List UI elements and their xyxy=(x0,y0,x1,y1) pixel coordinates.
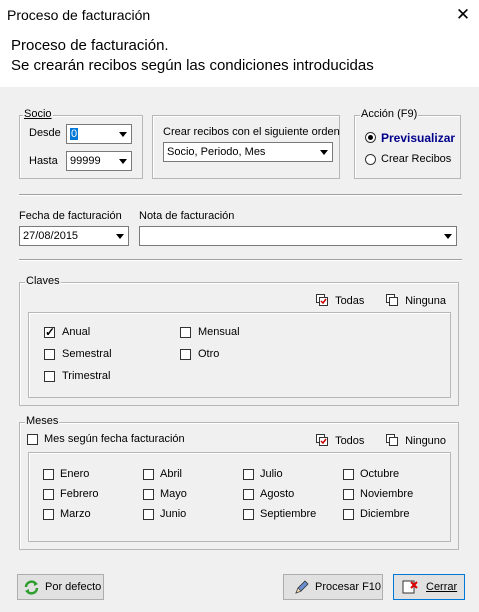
mes-abril-label[interactable]: Abril xyxy=(160,468,182,480)
desde-label: Desde xyxy=(29,127,61,139)
orden-label: Crear recibos con el siguiente orden xyxy=(163,126,340,138)
mes-mayo-checkbox[interactable] xyxy=(143,489,154,500)
chevron-down-icon[interactable] xyxy=(115,153,130,169)
clave-anual-label[interactable]: Anual xyxy=(62,326,90,338)
accion-legend: Acción (F9) xyxy=(360,108,419,120)
clave-otro-label[interactable]: Otro xyxy=(198,348,219,360)
mes-julio-label[interactable]: Julio xyxy=(260,468,283,480)
mes-agosto-label[interactable]: Agosto xyxy=(260,488,294,500)
header-line-1: Proceso de facturación. xyxy=(11,37,169,54)
orden-combo[interactable]: Socio, Periodo, Mes xyxy=(163,142,333,162)
exit-icon xyxy=(402,580,418,594)
claves-todas-label: Todas xyxy=(335,295,365,307)
por-defecto-button[interactable]: Por defecto xyxy=(17,574,104,600)
mes-septiembre-label[interactable]: Septiembre xyxy=(260,508,316,520)
mes-segun-fecha-label[interactable]: Mes según fecha facturación xyxy=(44,433,185,445)
mes-junio-label[interactable]: Junio xyxy=(160,508,186,520)
clave-trimestral-checkbox[interactable] xyxy=(44,371,55,382)
mes-marzo-label[interactable]: Marzo xyxy=(60,508,91,520)
mes-octubre-label[interactable]: Octubre xyxy=(360,468,399,480)
mes-mayo-label[interactable]: Mayo xyxy=(160,488,187,500)
mes-febrero-checkbox[interactable] xyxy=(43,489,54,500)
meses-ninguno-label: Ninguno xyxy=(405,435,447,447)
header-line-2: Se crearán recibos según las condiciones… xyxy=(11,57,374,74)
hasta-label: Hasta xyxy=(29,155,58,167)
chevron-down-icon[interactable] xyxy=(115,126,130,142)
fecha-label: Fecha de facturación xyxy=(19,210,122,222)
mes-agosto-checkbox[interactable] xyxy=(243,489,254,500)
clave-mensual-label[interactable]: Mensual xyxy=(198,326,240,338)
mes-diciembre-label[interactable]: Diciembre xyxy=(360,508,410,520)
cerrar-button[interactable]: Cerrar xyxy=(393,574,465,600)
previsualizar-radio[interactable] xyxy=(365,132,376,143)
meses-todos-label: Todos xyxy=(335,435,365,447)
mes-octubre-checkbox[interactable] xyxy=(343,469,354,480)
fecha-combo[interactable]: 27/08/2015 xyxy=(19,226,129,246)
chevron-down-icon[interactable] xyxy=(440,228,455,244)
mes-segun-fecha-checkbox[interactable] xyxy=(27,434,38,445)
procesar-button[interactable]: Procesar F10 xyxy=(283,574,383,600)
mes-enero-label[interactable]: Enero xyxy=(60,468,89,480)
clave-semestral-checkbox[interactable] xyxy=(44,349,55,360)
select-all-icon xyxy=(316,294,328,306)
por-defecto-label: Por defecto xyxy=(45,581,102,593)
mes-noviembre-label[interactable]: Noviembre xyxy=(360,488,413,500)
select-none-icon xyxy=(386,294,398,306)
desde-value: 0 xyxy=(70,128,79,140)
separator xyxy=(19,259,462,261)
clave-trimestral-label[interactable]: Trimestral xyxy=(62,370,110,382)
claves-legend: Claves xyxy=(25,275,61,287)
mes-septiembre-checkbox[interactable] xyxy=(243,509,254,520)
clave-otro-checkbox[interactable] xyxy=(180,349,191,360)
select-all-icon xyxy=(316,434,328,446)
clave-anual-checkbox[interactable] xyxy=(44,325,55,339)
meses-todos-button[interactable]: Todos xyxy=(316,434,364,447)
chevron-down-icon[interactable] xyxy=(112,228,127,244)
claves-todas-button[interactable]: Todas xyxy=(316,294,364,307)
clave-semestral-label[interactable]: Semestral xyxy=(62,348,112,360)
mes-julio-checkbox[interactable] xyxy=(243,469,254,480)
cerrar-label: Cerrar xyxy=(426,581,458,593)
meses-ninguno-button[interactable]: Ninguno xyxy=(386,434,446,447)
hasta-combo[interactable]: 99999 xyxy=(66,151,132,171)
clave-mensual-checkbox[interactable] xyxy=(180,327,191,338)
mes-marzo-checkbox[interactable] xyxy=(43,509,54,520)
mes-enero-checkbox[interactable] xyxy=(43,469,54,480)
orden-value: Socio, Periodo, Mes xyxy=(167,146,266,158)
claves-ninguna-button[interactable]: Ninguna xyxy=(386,294,446,307)
nota-label: Nota de facturación xyxy=(139,210,235,222)
crear-recibos-radio[interactable] xyxy=(365,154,376,165)
mes-febrero-label[interactable]: Febrero xyxy=(60,488,99,500)
crear-recibos-label[interactable]: Crear Recibos xyxy=(381,153,451,165)
hasta-value: 99999 xyxy=(70,155,101,167)
separator xyxy=(19,194,462,196)
mes-diciembre-checkbox[interactable] xyxy=(343,509,354,520)
desde-combo[interactable]: 0 xyxy=(66,124,132,144)
procesar-label: Procesar F10 xyxy=(315,581,382,593)
claves-ninguna-label: Ninguna xyxy=(405,295,447,307)
socio-legend: Socio xyxy=(23,108,53,120)
select-none-icon xyxy=(386,434,398,446)
refresh-icon xyxy=(24,580,39,595)
previsualizar-label[interactable]: Previsualizar xyxy=(381,131,455,145)
mes-noviembre-checkbox[interactable] xyxy=(343,489,354,500)
pen-icon xyxy=(295,580,309,594)
mes-abril-checkbox[interactable] xyxy=(143,469,154,480)
meses-legend: Meses xyxy=(25,415,60,427)
chevron-down-icon[interactable] xyxy=(316,144,331,160)
close-icon[interactable]: ✕ xyxy=(450,3,476,27)
fecha-value: 27/08/2015 xyxy=(23,230,79,242)
accion-group xyxy=(354,115,461,179)
nota-combo[interactable] xyxy=(139,226,457,246)
window-title: Proceso de facturación xyxy=(7,7,151,23)
mes-junio-checkbox[interactable] xyxy=(143,509,154,520)
